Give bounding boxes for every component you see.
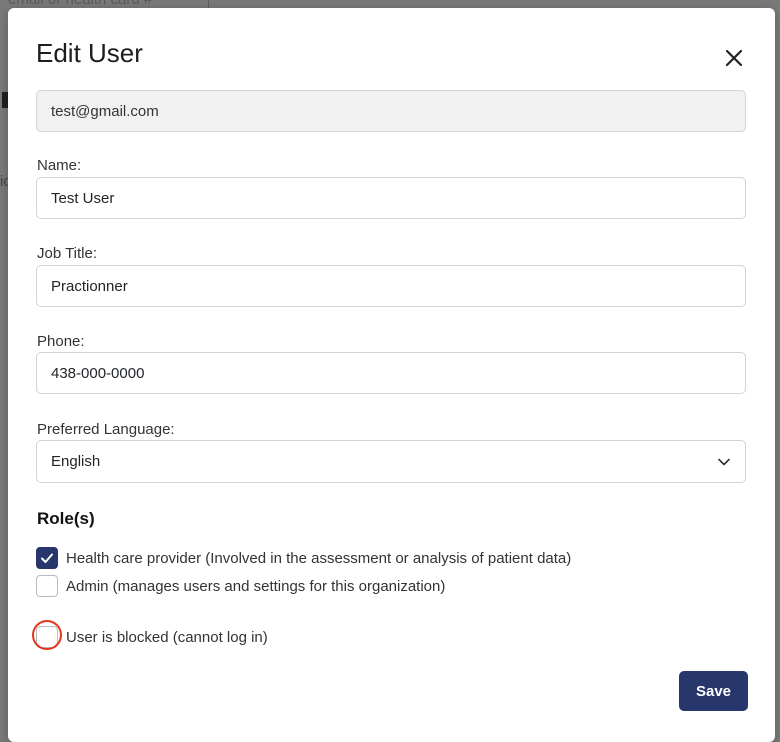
checkmark-icon	[41, 553, 53, 563]
phone-input[interactable]	[36, 352, 746, 394]
job-title-label: Job Title:	[37, 245, 98, 262]
save-button[interactable]: Save	[679, 671, 748, 711]
role-admin[interactable]: Admin (manages users and settings for th…	[36, 574, 445, 598]
preferred-language-select[interactable]: English	[36, 440, 746, 483]
job-title-input[interactable]	[36, 265, 746, 307]
roles-heading: Role(s)	[37, 509, 95, 528]
user-blocked-option[interactable]: User is blocked (cannot log in)	[36, 625, 268, 649]
close-icon	[725, 49, 743, 67]
phone-label: Phone:	[37, 333, 85, 350]
user-blocked-checkbox[interactable]	[36, 626, 58, 648]
admin-checkbox[interactable]	[36, 575, 58, 597]
chevron-down-icon	[718, 458, 730, 466]
user-blocked-label: User is blocked (cannot log in)	[66, 628, 268, 646]
close-button[interactable]	[722, 46, 746, 70]
role-health-care-provider[interactable]: Health care provider (Involved in the as…	[36, 546, 571, 570]
name-input[interactable]	[36, 177, 746, 219]
preferred-language-value: English	[51, 453, 101, 470]
email-field[interactable]	[36, 90, 746, 132]
edit-user-modal: Edit User Name: Job Title: Phone: Prefer…	[8, 8, 775, 742]
admin-label: Admin (manages users and settings for th…	[66, 577, 446, 595]
name-label: Name:	[37, 157, 82, 174]
health-care-provider-checkbox[interactable]	[36, 547, 58, 569]
preferred-language-label: Preferred Language:	[37, 421, 175, 438]
modal-title: Edit User	[36, 38, 143, 68]
health-care-provider-label: Health care provider (Involved in the as…	[66, 549, 572, 567]
background-search-hint: email or health card #	[8, 0, 152, 8]
